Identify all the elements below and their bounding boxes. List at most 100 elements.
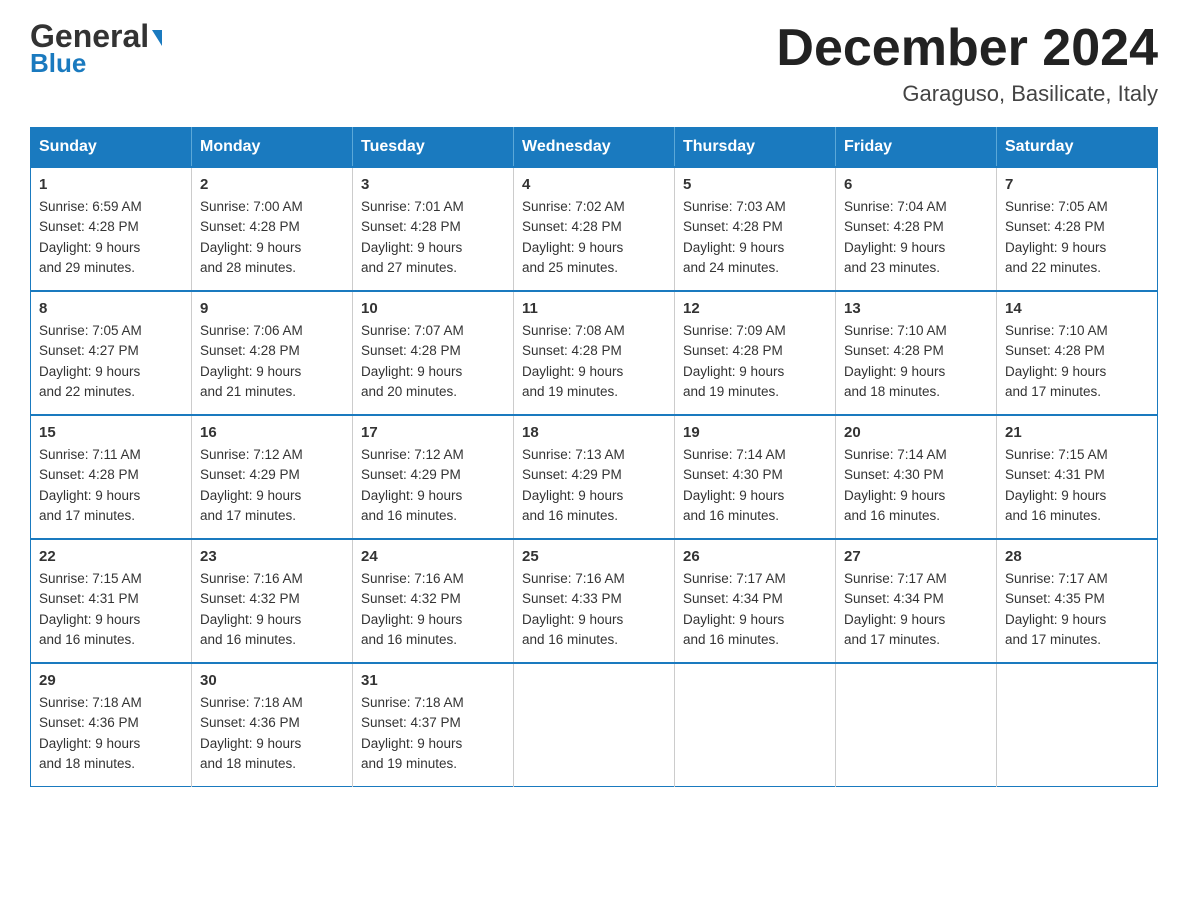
day-info: Sunrise: 7:11 AM Sunset: 4:28 PM Dayligh…: [39, 445, 183, 526]
day-number: 18: [522, 424, 666, 441]
day-number: 23: [200, 548, 344, 565]
day-info: Sunrise: 7:05 AM Sunset: 4:27 PM Dayligh…: [39, 321, 183, 402]
day-info: Sunrise: 7:18 AM Sunset: 4:36 PM Dayligh…: [200, 693, 344, 774]
day-info: Sunrise: 7:14 AM Sunset: 4:30 PM Dayligh…: [683, 445, 827, 526]
day-info: Sunrise: 7:01 AM Sunset: 4:28 PM Dayligh…: [361, 197, 505, 278]
day-number: 13: [844, 300, 988, 317]
table-row: [836, 663, 997, 787]
day-number: 1: [39, 176, 183, 193]
day-number: 7: [1005, 176, 1149, 193]
table-row: 12 Sunrise: 7:09 AM Sunset: 4:28 PM Dayl…: [675, 291, 836, 415]
day-info: Sunrise: 7:08 AM Sunset: 4:28 PM Dayligh…: [522, 321, 666, 402]
table-row: 23 Sunrise: 7:16 AM Sunset: 4:32 PM Dayl…: [192, 539, 353, 663]
day-info: Sunrise: 7:06 AM Sunset: 4:28 PM Dayligh…: [200, 321, 344, 402]
day-number: 31: [361, 672, 505, 689]
table-row: 24 Sunrise: 7:16 AM Sunset: 4:32 PM Dayl…: [353, 539, 514, 663]
day-number: 14: [1005, 300, 1149, 317]
day-number: 9: [200, 300, 344, 317]
day-info: Sunrise: 7:05 AM Sunset: 4:28 PM Dayligh…: [1005, 197, 1149, 278]
day-number: 12: [683, 300, 827, 317]
day-number: 8: [39, 300, 183, 317]
table-row: 19 Sunrise: 7:14 AM Sunset: 4:30 PM Dayl…: [675, 415, 836, 539]
table-row: 29 Sunrise: 7:18 AM Sunset: 4:36 PM Dayl…: [31, 663, 192, 787]
day-info: Sunrise: 6:59 AM Sunset: 4:28 PM Dayligh…: [39, 197, 183, 278]
table-row: 22 Sunrise: 7:15 AM Sunset: 4:31 PM Dayl…: [31, 539, 192, 663]
table-row: 1 Sunrise: 6:59 AM Sunset: 4:28 PM Dayli…: [31, 167, 192, 291]
table-row: [997, 663, 1158, 787]
table-row: 3 Sunrise: 7:01 AM Sunset: 4:28 PM Dayli…: [353, 167, 514, 291]
day-number: 17: [361, 424, 505, 441]
table-row: 5 Sunrise: 7:03 AM Sunset: 4:28 PM Dayli…: [675, 167, 836, 291]
day-info: Sunrise: 7:09 AM Sunset: 4:28 PM Dayligh…: [683, 321, 827, 402]
day-number: 11: [522, 300, 666, 317]
day-info: Sunrise: 7:00 AM Sunset: 4:28 PM Dayligh…: [200, 197, 344, 278]
day-info: Sunrise: 7:16 AM Sunset: 4:33 PM Dayligh…: [522, 569, 666, 650]
col-wednesday: Wednesday: [514, 128, 675, 168]
day-info: Sunrise: 7:04 AM Sunset: 4:28 PM Dayligh…: [844, 197, 988, 278]
col-monday: Monday: [192, 128, 353, 168]
table-row: 14 Sunrise: 7:10 AM Sunset: 4:28 PM Dayl…: [997, 291, 1158, 415]
page-header: General Blue December 2024 Garaguso, Bas…: [30, 20, 1158, 107]
table-row: 6 Sunrise: 7:04 AM Sunset: 4:28 PM Dayli…: [836, 167, 997, 291]
location: Garaguso, Basilicate, Italy: [776, 81, 1158, 107]
day-info: Sunrise: 7:16 AM Sunset: 4:32 PM Dayligh…: [361, 569, 505, 650]
col-sunday: Sunday: [31, 128, 192, 168]
table-row: 10 Sunrise: 7:07 AM Sunset: 4:28 PM Dayl…: [353, 291, 514, 415]
day-info: Sunrise: 7:17 AM Sunset: 4:34 PM Dayligh…: [844, 569, 988, 650]
day-number: 27: [844, 548, 988, 565]
title-area: December 2024 Garaguso, Basilicate, Ital…: [776, 20, 1158, 107]
table-row: 16 Sunrise: 7:12 AM Sunset: 4:29 PM Dayl…: [192, 415, 353, 539]
table-row: 4 Sunrise: 7:02 AM Sunset: 4:28 PM Dayli…: [514, 167, 675, 291]
table-row: [514, 663, 675, 787]
day-number: 5: [683, 176, 827, 193]
calendar-week-3: 15 Sunrise: 7:11 AM Sunset: 4:28 PM Dayl…: [31, 415, 1158, 539]
day-info: Sunrise: 7:10 AM Sunset: 4:28 PM Dayligh…: [844, 321, 988, 402]
table-row: 13 Sunrise: 7:10 AM Sunset: 4:28 PM Dayl…: [836, 291, 997, 415]
col-friday: Friday: [836, 128, 997, 168]
calendar-week-5: 29 Sunrise: 7:18 AM Sunset: 4:36 PM Dayl…: [31, 663, 1158, 787]
day-number: 6: [844, 176, 988, 193]
day-info: Sunrise: 7:12 AM Sunset: 4:29 PM Dayligh…: [200, 445, 344, 526]
table-row: 27 Sunrise: 7:17 AM Sunset: 4:34 PM Dayl…: [836, 539, 997, 663]
day-info: Sunrise: 7:15 AM Sunset: 4:31 PM Dayligh…: [1005, 445, 1149, 526]
day-info: Sunrise: 7:17 AM Sunset: 4:34 PM Dayligh…: [683, 569, 827, 650]
table-row: 18 Sunrise: 7:13 AM Sunset: 4:29 PM Dayl…: [514, 415, 675, 539]
table-row: 7 Sunrise: 7:05 AM Sunset: 4:28 PM Dayli…: [997, 167, 1158, 291]
table-row: 30 Sunrise: 7:18 AM Sunset: 4:36 PM Dayl…: [192, 663, 353, 787]
day-number: 3: [361, 176, 505, 193]
calendar-week-1: 1 Sunrise: 6:59 AM Sunset: 4:28 PM Dayli…: [31, 167, 1158, 291]
table-row: 17 Sunrise: 7:12 AM Sunset: 4:29 PM Dayl…: [353, 415, 514, 539]
day-info: Sunrise: 7:14 AM Sunset: 4:30 PM Dayligh…: [844, 445, 988, 526]
table-row: 28 Sunrise: 7:17 AM Sunset: 4:35 PM Dayl…: [997, 539, 1158, 663]
day-number: 2: [200, 176, 344, 193]
table-row: 25 Sunrise: 7:16 AM Sunset: 4:33 PM Dayl…: [514, 539, 675, 663]
day-info: Sunrise: 7:15 AM Sunset: 4:31 PM Dayligh…: [39, 569, 183, 650]
day-number: 21: [1005, 424, 1149, 441]
logo-blue-label: Blue: [30, 48, 86, 79]
day-info: Sunrise: 7:18 AM Sunset: 4:37 PM Dayligh…: [361, 693, 505, 774]
day-info: Sunrise: 7:12 AM Sunset: 4:29 PM Dayligh…: [361, 445, 505, 526]
day-number: 16: [200, 424, 344, 441]
table-row: 21 Sunrise: 7:15 AM Sunset: 4:31 PM Dayl…: [997, 415, 1158, 539]
day-number: 20: [844, 424, 988, 441]
day-info: Sunrise: 7:02 AM Sunset: 4:28 PM Dayligh…: [522, 197, 666, 278]
logo: General Blue: [30, 20, 162, 79]
day-info: Sunrise: 7:17 AM Sunset: 4:35 PM Dayligh…: [1005, 569, 1149, 650]
day-info: Sunrise: 7:10 AM Sunset: 4:28 PM Dayligh…: [1005, 321, 1149, 402]
table-row: 2 Sunrise: 7:00 AM Sunset: 4:28 PM Dayli…: [192, 167, 353, 291]
table-row: 26 Sunrise: 7:17 AM Sunset: 4:34 PM Dayl…: [675, 539, 836, 663]
calendar-week-2: 8 Sunrise: 7:05 AM Sunset: 4:27 PM Dayli…: [31, 291, 1158, 415]
table-row: 8 Sunrise: 7:05 AM Sunset: 4:27 PM Dayli…: [31, 291, 192, 415]
table-row: [675, 663, 836, 787]
day-info: Sunrise: 7:18 AM Sunset: 4:36 PM Dayligh…: [39, 693, 183, 774]
day-info: Sunrise: 7:16 AM Sunset: 4:32 PM Dayligh…: [200, 569, 344, 650]
day-number: 4: [522, 176, 666, 193]
day-number: 10: [361, 300, 505, 317]
day-number: 30: [200, 672, 344, 689]
day-number: 26: [683, 548, 827, 565]
col-tuesday: Tuesday: [353, 128, 514, 168]
calendar-week-4: 22 Sunrise: 7:15 AM Sunset: 4:31 PM Dayl…: [31, 539, 1158, 663]
col-thursday: Thursday: [675, 128, 836, 168]
col-saturday: Saturday: [997, 128, 1158, 168]
day-info: Sunrise: 7:07 AM Sunset: 4:28 PM Dayligh…: [361, 321, 505, 402]
